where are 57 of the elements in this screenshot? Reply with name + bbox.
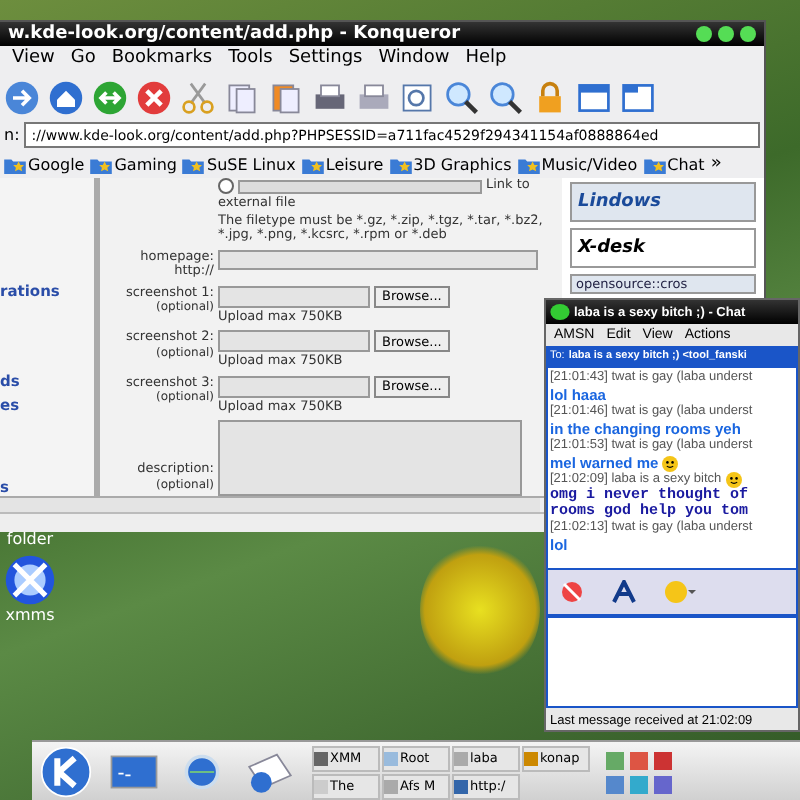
stop-icon[interactable] (136, 79, 172, 115)
menu-item[interactable]: Settings (288, 48, 363, 72)
homepage-field[interactable] (218, 249, 538, 269)
bookmark-folder[interactable]: Chat (643, 155, 705, 173)
menu-item[interactable]: Bookmarks (111, 48, 213, 72)
advert-banner[interactable]: X-desk (570, 228, 756, 268)
folder-icon (643, 155, 666, 173)
block-icon[interactable] (560, 580, 584, 604)
message-input[interactable] (546, 616, 798, 708)
forward-icon[interactable] (4, 79, 40, 115)
file-field[interactable] (218, 285, 370, 307)
document-icon[interactable] (224, 79, 260, 115)
desktop-icon-label[interactable]: xmms (5, 606, 55, 624)
file-field[interactable] (218, 330, 370, 352)
window-layout-icon[interactable] (576, 79, 612, 115)
bookmark-folder[interactable]: 3D Graphics (389, 155, 512, 173)
search-icon[interactable] (400, 79, 436, 115)
folder-icon (4, 155, 26, 173)
file-field[interactable] (218, 375, 370, 397)
printer-icon[interactable] (312, 79, 348, 115)
bookmark-folder[interactable]: Leisure (301, 155, 384, 173)
bookmark-folder[interactable]: Music/Video (517, 155, 638, 173)
reload-icon[interactable] (92, 79, 128, 115)
menu-item[interactable]: View (12, 48, 55, 72)
chat-app-icon (550, 304, 570, 320)
document-icon[interactable] (268, 79, 304, 115)
magnifier-icon[interactable] (444, 79, 480, 115)
folder-icon (301, 155, 324, 173)
menu-item[interactable]: Help (465, 48, 507, 72)
text-field[interactable] (238, 179, 482, 193)
disc-icon[interactable] (4, 554, 56, 606)
radio-button[interactable] (218, 178, 234, 194)
folder-icon (517, 155, 540, 173)
font-icon[interactable] (612, 580, 636, 604)
printer-icon[interactable] (356, 79, 392, 115)
scissors-icon[interactable] (180, 79, 216, 115)
folder-icon (389, 155, 412, 173)
location-label: n: (4, 126, 20, 144)
menu-item[interactable]: Go (70, 48, 96, 72)
magnifier-icon[interactable] (488, 79, 524, 115)
scrollbar[interactable] (0, 498, 540, 512)
desktop-icon-label[interactable]: folder (6, 530, 54, 548)
menu-item[interactable]: Window (378, 48, 450, 72)
bookmark-folder[interactable]: Google (4, 155, 85, 173)
folder-icon (90, 155, 113, 173)
advert-banner[interactable]: Lindows (570, 182, 756, 222)
menu-item[interactable]: Tools (228, 48, 273, 72)
home-icon[interactable] (48, 79, 84, 115)
more-bookmarks-button[interactable]: » (710, 154, 722, 174)
bookmark-folder[interactable]: SuSE Linux (182, 155, 296, 173)
description-field[interactable] (218, 420, 522, 496)
folder-icon (182, 155, 205, 173)
window-layout-icon[interactable] (620, 79, 656, 115)
bookmark-folder[interactable]: Gaming (90, 155, 177, 173)
window-title: w.kde-look.org/content/add.php - Konqueror (8, 24, 461, 44)
k-menu-icon[interactable] (40, 746, 92, 798)
smiley-icon[interactable] (664, 580, 696, 604)
